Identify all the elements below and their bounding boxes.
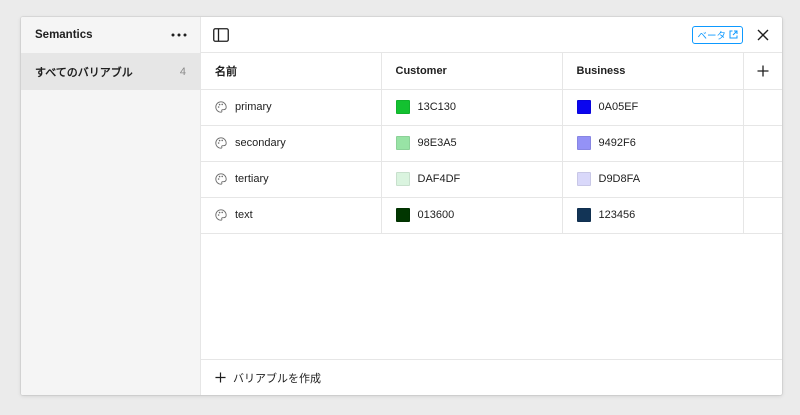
sidebar-header: Semantics [21, 17, 200, 53]
add-mode-cell [743, 53, 782, 90]
color-swatch[interactable] [576, 136, 591, 150]
color-swatch[interactable] [395, 136, 410, 150]
collection-title: Semantics [35, 29, 93, 41]
beta-label: ベータ [697, 30, 726, 42]
table-row[interactable]: secondary 98E3A5 9492F6 [201, 125, 782, 162]
palette-icon [215, 173, 227, 185]
external-link-icon [729, 30, 738, 39]
color-value: 98E3A5 [417, 137, 457, 149]
value-cell-business[interactable]: 0A05EF [562, 89, 744, 126]
color-value: 0A05EF [598, 101, 639, 113]
plus-icon [757, 65, 769, 77]
table-row[interactable]: tertiary DAF4DF D9D8FA [201, 161, 782, 198]
variables-main: ベータ 名前 Customer Business primary 13C130 … [201, 17, 782, 395]
close-icon [757, 29, 769, 40]
collections-sidebar: Semantics すべてのバリアブル 4 [21, 17, 201, 395]
value-cell-customer[interactable]: 13C130 [381, 89, 563, 126]
empty-cell [743, 161, 782, 198]
variables-modal: Semantics すべてのバリアブル 4 ベータ 名前 Customer Bu… [21, 17, 782, 395]
variable-name: secondary [235, 137, 286, 149]
more-horizontal-icon [171, 33, 187, 37]
variables-table: 名前 Customer Business primary 13C130 0A05EF… [201, 53, 782, 234]
value-cell-customer[interactable]: 98E3A5 [381, 125, 563, 162]
empty-cell [743, 89, 782, 126]
color-swatch[interactable] [576, 208, 591, 222]
color-value: 9492F6 [598, 137, 636, 149]
close-button[interactable] [753, 25, 773, 45]
variable-name: tertiary [235, 173, 269, 185]
sidebar-toggle-icon [213, 27, 229, 42]
value-cell-business[interactable]: 123456 [562, 197, 744, 234]
value-cell-customer[interactable]: DAF4DF [381, 161, 563, 198]
toggle-sidebar-button[interactable] [211, 25, 231, 45]
column-header-mode-customer[interactable]: Customer [381, 53, 563, 90]
add-mode-button[interactable] [753, 61, 773, 81]
color-swatch[interactable] [395, 208, 410, 222]
create-variable-label: バリアブルを作成 [233, 372, 321, 385]
variable-name-cell[interactable]: tertiary [201, 161, 382, 198]
color-swatch[interactable] [395, 172, 410, 186]
column-header-mode-business[interactable]: Business [562, 53, 744, 90]
empty-cell [743, 197, 782, 234]
sidebar-item-all-variables[interactable]: すべてのバリアブル 4 [21, 53, 200, 90]
table-header-row: 名前 Customer Business [201, 53, 782, 90]
color-swatch[interactable] [576, 100, 591, 114]
table-row[interactable]: text 013600 123456 [201, 197, 782, 234]
value-cell-customer[interactable]: 013600 [381, 197, 563, 234]
palette-icon [215, 137, 227, 149]
value-cell-business[interactable]: 9492F6 [562, 125, 744, 162]
variable-name: text [235, 209, 253, 221]
variable-name-cell[interactable]: primary [201, 89, 382, 126]
beta-badge[interactable]: ベータ [692, 25, 743, 44]
color-value: DAF4DF [417, 173, 461, 185]
table-row[interactable]: primary 13C130 0A05EF [201, 89, 782, 126]
variable-name-cell[interactable]: text [201, 197, 382, 234]
variable-name: primary [235, 101, 272, 113]
palette-icon [215, 209, 227, 221]
color-value: D9D8FA [598, 173, 641, 185]
sidebar-item-label: すべてのバリアブル [35, 66, 133, 79]
sidebar-item-count: 4 [179, 65, 186, 78]
toolbar-right: ベータ [692, 25, 773, 45]
empty-cell [743, 125, 782, 162]
color-value: 013600 [417, 209, 455, 221]
color-swatch[interactable] [576, 172, 591, 186]
variable-name-cell[interactable]: secondary [201, 125, 382, 162]
value-cell-business[interactable]: D9D8FA [562, 161, 744, 198]
color-value: 123456 [598, 209, 636, 221]
color-value: 13C130 [417, 101, 457, 113]
palette-icon [215, 101, 227, 113]
more-options-button[interactable] [168, 24, 190, 46]
create-variable-button[interactable]: バリアブルを作成 [201, 359, 782, 395]
color-swatch[interactable] [395, 100, 410, 114]
plus-icon [215, 372, 226, 383]
toolbar: ベータ [201, 17, 782, 53]
column-header-name: 名前 [201, 53, 382, 90]
